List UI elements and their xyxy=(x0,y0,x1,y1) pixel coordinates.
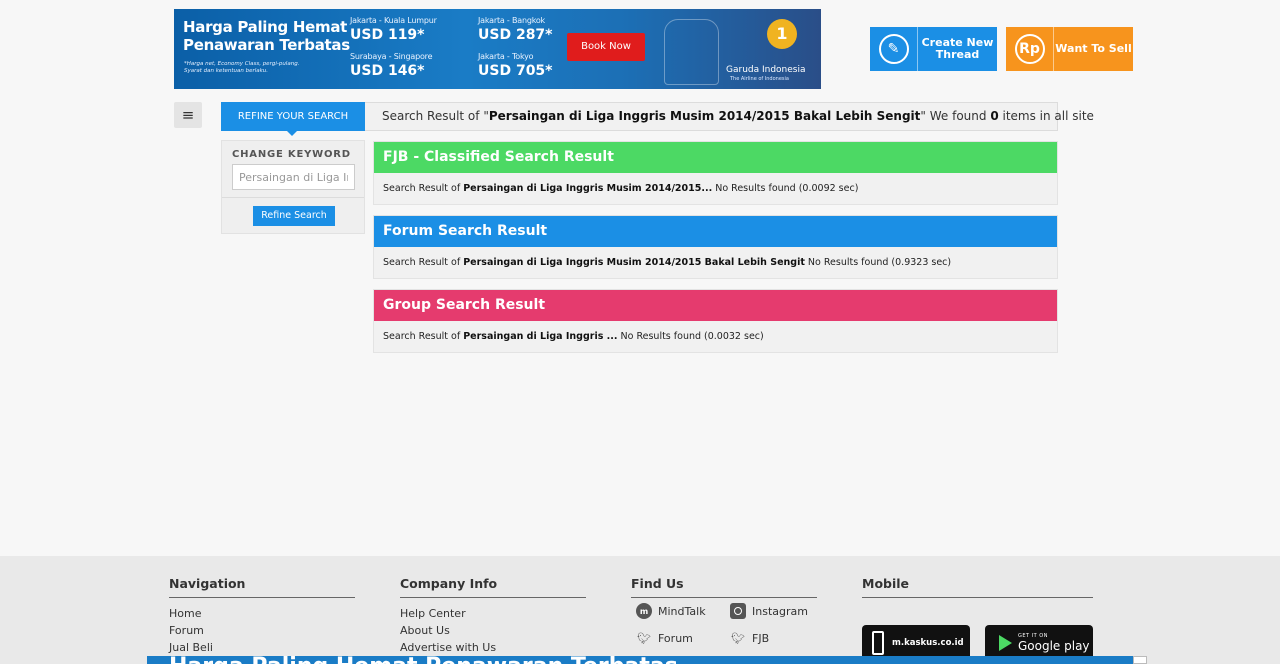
banner-price: USD 287* xyxy=(478,27,553,43)
result-prefix: Search Result of xyxy=(383,331,464,342)
summary-prefix: Search Result of " xyxy=(382,109,489,123)
footer-link-mindtalk[interactable]: m MindTalk xyxy=(636,603,706,619)
footer-link-instagram[interactable]: Instagram xyxy=(730,603,808,619)
book-now-button[interactable]: Book Now xyxy=(567,33,645,61)
mindtalk-label: MindTalk xyxy=(658,604,706,618)
result-query: Persaingan di Liga Inggris ... xyxy=(463,331,618,342)
pencil-icon: ✎ xyxy=(870,27,918,71)
keyword-input[interactable] xyxy=(232,164,355,190)
menu-icon[interactable]: ≡ xyxy=(174,102,202,128)
footer-link-about-us[interactable]: About Us xyxy=(400,622,586,639)
want-to-sell-button[interactable]: Rp Want To Sell xyxy=(1006,27,1133,71)
close-icon[interactable] xyxy=(1133,656,1147,664)
airplane-seat-icon xyxy=(664,19,719,85)
group-result-body: Search Result of Persaingan di Liga Ingg… xyxy=(374,321,1057,352)
banner-price: USD 119* xyxy=(350,27,425,43)
result-status: No Results found (0.0032 sec) xyxy=(617,331,764,342)
result-prefix: Search Result of xyxy=(383,257,464,268)
summary-middle: " We found xyxy=(920,109,991,123)
footer-heading: Find Us xyxy=(631,576,817,598)
airline-tagline: The Airline of Indonesia xyxy=(730,76,789,82)
forum-result-section: Forum Search Result Search Result of Per… xyxy=(373,215,1058,279)
twitter-icon: 🐦︎ xyxy=(637,631,651,645)
forum-result-body: Search Result of Persaingan di Liga Ingg… xyxy=(374,247,1057,278)
twitter-fjb-label: FJB xyxy=(752,631,770,645)
fjb-result-title[interactable]: FJB - Classified Search Result xyxy=(374,142,1057,173)
footer-link-forum[interactable]: Forum xyxy=(169,622,355,639)
footer-navigation: Navigation Home Forum Jual Beli xyxy=(169,576,355,656)
search-summary-bar: REFINE YOUR SEARCH Search Result of "Per… xyxy=(221,102,1094,136)
banner-title-line1: Harga Paling Hemat xyxy=(183,18,348,36)
footer-link-jual-beli[interactable]: Jual Beli xyxy=(169,639,355,656)
group-result-section: Group Search Result Search Result of Per… xyxy=(373,289,1058,353)
create-thread-label: Create New Thread xyxy=(921,36,994,61)
result-query: Persaingan di Liga Inggris Musim 2014/20… xyxy=(463,257,805,268)
banner-route: Jakarta - Kuala Lumpur xyxy=(350,16,437,25)
footer-link-home[interactable]: Home xyxy=(169,605,355,622)
footer-heading: Mobile xyxy=(862,576,1093,598)
mindtalk-icon: m xyxy=(636,603,652,619)
footer-link-twitter-fjb[interactable]: 🐦︎ FJB xyxy=(730,630,769,646)
refine-search-tab[interactable]: REFINE YOUR SEARCH xyxy=(221,102,365,136)
footer-link-help-center[interactable]: Help Center xyxy=(400,605,586,622)
footer-link-advertise[interactable]: Advertise with Us xyxy=(400,639,586,656)
bottom-banner-text: Harga Paling Hemat Penawaran Terbatas xyxy=(169,656,678,664)
footer-heading: Company Info xyxy=(400,576,586,598)
search-summary-text: Search Result of "Persaingan di Liga Ing… xyxy=(382,103,1094,130)
banner-title-line2: Penawaran Terbatas xyxy=(183,36,350,54)
banner-title: Harga Paling Hemat Penawaran Terbatas xyxy=(183,18,350,54)
rupiah-icon-text: Rp xyxy=(1014,34,1045,64)
result-query: Persaingan di Liga Inggris Musim 2014/20… xyxy=(463,183,713,194)
refine-search-button[interactable]: Refine Search xyxy=(253,206,335,226)
result-status: No Results found (0.9323 sec) xyxy=(804,257,952,268)
instagram-icon xyxy=(730,603,746,619)
change-keyword-label: CHANGE KEYWORD xyxy=(232,149,351,160)
footer-find-us: Find Us m MindTalk Instagram 🐦︎ Forum 🐦︎ FJ… xyxy=(631,576,817,663)
forum-result-title[interactable]: Forum Search Result xyxy=(374,216,1057,247)
rupiah-icon: Rp xyxy=(1006,27,1054,71)
banner-price: USD 146* xyxy=(350,63,425,79)
instagram-label: Instagram xyxy=(752,604,808,618)
banner-route: Jakarta - Bangkok xyxy=(478,16,545,25)
twitter-icon: 🐦︎ xyxy=(731,631,745,645)
banner-route: Surabaya - Singapore xyxy=(350,52,433,61)
summary-count: 0 xyxy=(990,109,999,123)
top-banner-ad[interactable]: Harga Paling Hemat Penawaran Terbatas *H… xyxy=(174,9,821,89)
fjb-result-section: FJB - Classified Search Result Search Re… xyxy=(373,141,1058,205)
result-status: No Results found (0.0092 sec) xyxy=(712,183,859,194)
banner-price: USD 705* xyxy=(478,63,553,79)
phone-icon xyxy=(872,631,884,655)
footer-heading: Navigation xyxy=(169,576,355,598)
bottom-sticky-banner[interactable]: Harga Paling Hemat Penawaran Terbatas xyxy=(147,656,1133,664)
summary-suffix: items in all site xyxy=(998,109,1094,123)
group-result-title[interactable]: Group Search Result xyxy=(374,290,1057,321)
want-to-sell-label: Want To Sell xyxy=(1055,42,1132,55)
banner-note-line1: *Harga net, Economy Class, pergi-pulang. xyxy=(184,61,300,67)
twitter-forum-label: Forum xyxy=(658,631,693,645)
banner-note: *Harga net, Economy Class, pergi-pulang.… xyxy=(184,61,314,75)
footer-link-twitter-forum[interactable]: 🐦︎ Forum xyxy=(636,630,693,646)
divider xyxy=(222,197,364,198)
result-prefix: Search Result of xyxy=(383,183,464,194)
footer-company-info: Company Info Help Center About Us Advert… xyxy=(400,576,586,656)
banner-note-line2: Syarat dan ketentuan berlaku. xyxy=(184,68,269,74)
google-play-icon xyxy=(999,635,1012,651)
banner-route: Jakarta - Tokyo xyxy=(478,52,534,61)
refine-panel: CHANGE KEYWORD Refine Search xyxy=(221,140,365,234)
footer: Navigation Home Forum Jual Beli Company … xyxy=(0,556,1280,664)
mobile-web-label: m.kaskus.co.id xyxy=(892,638,964,648)
award-badge-icon: 1 xyxy=(767,19,797,49)
create-new-thread-button[interactable]: ✎ Create New Thread xyxy=(870,27,997,71)
airline-name: Garuda Indonesia xyxy=(726,65,806,75)
summary-query: Persaingan di Liga Inggris Musim 2014/20… xyxy=(488,109,921,123)
footer-mobile: Mobile m.kaskus.co.id GET IT ON Google p… xyxy=(862,576,1093,661)
google-play-label: Google play xyxy=(1018,639,1090,653)
fjb-result-body: Search Result of Persaingan di Liga Ingg… xyxy=(374,173,1057,204)
